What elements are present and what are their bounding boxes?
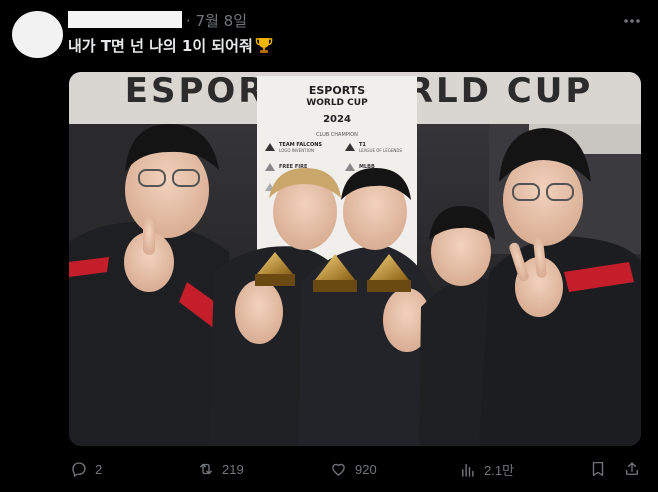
post-text: 내가 T면 넌 나의 1이 되어줘 [68,37,253,55]
reply-icon [72,462,86,477]
photo-illustration: ESPORTS WORLD CUP ESPORTS WORLD CUP 2024… [69,72,641,446]
board-year: 2024 [323,114,351,125]
post-text-row: 내가 T면 넌 나의 1이 되어줘 [68,35,273,58]
avatar[interactable] [12,11,63,58]
board-row-1-sub2: LEAGUE OF LEGENDS [359,148,402,153]
views-button[interactable]: 2.1만 [459,460,514,479]
more-options-icon[interactable] [622,13,642,27]
action-bar: 2 219 920 2.1만 [0,460,658,486]
trophy-icon [255,36,273,58]
bookmark-button[interactable] [589,460,607,478]
repost-count: 219 [222,461,244,477]
post-date[interactable]: · 7월 8일 [186,10,247,31]
heart-icon [332,463,345,476]
repost-button[interactable]: 219 [197,460,244,478]
like-count: 920 [355,461,377,477]
board-logo-line2: WORLD CUP [306,98,368,108]
reply-count: 2 [95,461,103,477]
board-logo-line1: ESPORTS [309,84,365,97]
repost-icon [200,463,212,475]
analytics-icon [462,463,474,477]
share-button[interactable] [623,460,641,478]
view-count: 2.1만 [484,463,515,478]
like-button[interactable]: 920 [329,460,377,478]
reply-button[interactable]: 2 [70,460,102,478]
board-subtitle: CLUB CHAMPION [316,132,358,138]
post-image[interactable]: ESPORTS WORLD CUP ESPORTS WORLD CUP 2024… [69,72,641,446]
redacted-username[interactable] [68,11,182,28]
share-icon [626,462,638,475]
board-row-1-sub: LOGO INVENTION [279,148,314,153]
bookmark-icon [592,461,604,477]
